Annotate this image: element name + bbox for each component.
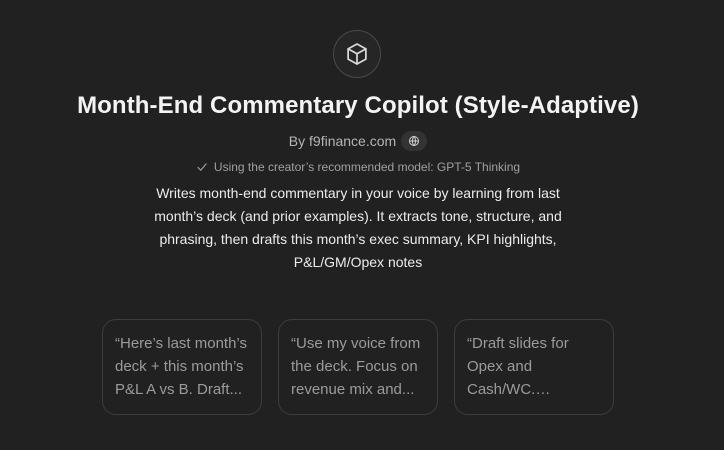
checkmark-icon — [197, 163, 207, 171]
gpt-description: Writes month-end commentary in your voic… — [154, 185, 562, 270]
author-byline: By f9finance.com — [0, 131, 716, 151]
globe-icon — [409, 135, 420, 147]
author-label[interactable]: By f9finance.com — [289, 133, 396, 149]
website-button[interactable] — [401, 131, 428, 151]
conversation-starter-2[interactable]: “Use my voice from the deck. Focus on re… — [278, 319, 438, 415]
starter-text: “Use my voice from the deck. Focus on re… — [291, 335, 421, 398]
gpt-title: Month-End Commentary Copilot (Style-Adap… — [77, 92, 639, 119]
starter-text: “Here’s last month’s deck + this month’s… — [115, 335, 247, 398]
conversation-starter-3[interactable]: “Draft slides for Opex and Cash/WC. Mate… — [454, 319, 614, 415]
gpt-landing: Month-End Commentary Copilot (Style-Adap… — [0, 0, 724, 450]
recommended-model-note: Using the creator’s recommended model: G… — [0, 160, 716, 174]
conversation-starter-1[interactable]: “Here’s last month’s deck + this month’s… — [102, 319, 262, 415]
model-note-text: Using the creator’s recommended model: G… — [213, 160, 521, 174]
cube-icon — [347, 43, 367, 65]
gpt-avatar — [333, 30, 381, 78]
starter-text: “Draft slides for Opex and Cash/WC. Mate… — [467, 335, 569, 398]
